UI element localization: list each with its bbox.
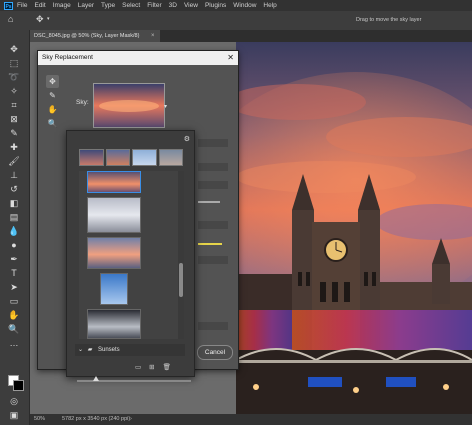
stamp-icon[interactable]: ⊥ <box>8 169 20 181</box>
new-preset-icon[interactable]: ⊞ <box>149 363 154 371</box>
menu-file[interactable]: File <box>17 2 27 9</box>
menu-edit[interactable]: Edit <box>34 2 45 9</box>
zoom-icon[interactable]: 🔍 <box>46 117 59 130</box>
menu-view[interactable]: View <box>184 2 198 9</box>
setting-field[interactable] <box>198 221 228 229</box>
sky-preset-tile[interactable] <box>87 171 141 193</box>
thumbnail-size-slider-knob[interactable] <box>93 376 99 381</box>
folder-row-sunsets[interactable]: ⌄ ▰ Sunsets <box>75 344 185 356</box>
blur-icon[interactable]: 💧 <box>8 225 20 237</box>
new-group-icon[interactable]: ▭ <box>135 363 141 371</box>
scrollbar-thumb[interactable] <box>179 263 183 297</box>
menu-select[interactable]: Select <box>122 2 140 9</box>
history-brush-icon[interactable]: ↺ <box>8 183 20 195</box>
marquee-icon[interactable]: ⬚ <box>8 57 20 69</box>
shape-icon[interactable]: ▭ <box>8 295 20 307</box>
move-sky-icon[interactable]: ✥ <box>46 75 59 88</box>
eraser-icon[interactable]: ◧ <box>8 197 20 209</box>
home-icon[interactable]: ⌂ <box>8 14 13 24</box>
menu-help[interactable]: Help <box>263 2 276 9</box>
setting-field[interactable] <box>198 139 228 147</box>
hand-icon[interactable]: ✋ <box>8 309 20 321</box>
folder-label: Sunsets <box>98 347 120 353</box>
background-color-swatch[interactable] <box>13 380 24 391</box>
options-hint: Drag to move the sky layer <box>356 17 422 23</box>
chevron-right-icon[interactable]: › <box>130 414 132 425</box>
move-tool-option-icon[interactable]: ✥ <box>36 14 44 25</box>
gear-icon[interactable]: ⚙ <box>184 135 190 143</box>
healing-icon[interactable]: ✚ <box>8 141 20 153</box>
options-bar: ⌂ ✥ ▾ Drag to move the sky layer <box>0 11 472 31</box>
menu-layer[interactable]: Layer <box>78 2 94 9</box>
sky-preset-tile[interactable] <box>87 309 141 339</box>
chevron-down-icon[interactable]: ⌄ <box>78 347 83 353</box>
sky-preset-tile[interactable] <box>87 237 141 269</box>
tools-panel: ✥ ⬚ ➰ ✧ ⌗ ⊠ ✎ ✚ 🖌 ⊥ ↺ ◧ ▤ 💧 ● ✒ T ➤ ▭ ✋ … <box>0 30 30 425</box>
menu-plugins[interactable]: Plugins <box>205 2 226 9</box>
recent-sky-thumb[interactable] <box>158 149 183 166</box>
recent-skies-strip <box>79 149 183 166</box>
menu-3d[interactable]: 3D <box>169 2 177 9</box>
magic-wand-icon[interactable]: ✧ <box>8 85 20 97</box>
move-icon[interactable]: ✥ <box>8 43 20 55</box>
status-dimensions: 5782 px x 3540 px (240 ppi) <box>62 416 131 422</box>
recent-sky-thumb[interactable] <box>132 149 157 166</box>
picker-footer: ▭ ⊞ 🗑 <box>135 363 171 371</box>
recent-sky-thumb[interactable] <box>105 149 130 166</box>
close-tab-icon[interactable]: × <box>151 30 155 42</box>
chevron-down-icon[interactable]: ▾ <box>164 103 167 110</box>
folder-icon: ▰ <box>87 347 93 353</box>
type-icon[interactable]: T <box>8 267 20 279</box>
color-adjust-slider[interactable] <box>198 243 222 245</box>
menu-window[interactable]: Window <box>233 2 256 9</box>
setting-field[interactable] <box>198 256 228 264</box>
zoom-icon[interactable]: 🔍 <box>8 323 20 335</box>
pen-icon[interactable]: ✒ <box>8 253 20 265</box>
menu-type[interactable]: Type <box>101 2 115 9</box>
status-bar: 50% 5782 px x 3540 px (240 ppi) › <box>30 414 472 425</box>
quick-mask-icon[interactable]: ◎ <box>8 395 20 407</box>
dodge-icon[interactable]: ● <box>8 239 20 251</box>
crop-icon[interactable]: ⌗ <box>8 99 20 111</box>
sky-preset-tile[interactable] <box>100 273 128 305</box>
output-dropdown[interactable] <box>198 322 228 330</box>
path-select-icon[interactable]: ➤ <box>8 281 20 293</box>
sky-preset-list[interactable] <box>79 171 179 339</box>
photoshop-logo-icon: Ps <box>4 1 13 10</box>
more-icon[interactable]: … <box>8 337 20 349</box>
dialog-title: Sky Replacement <box>38 51 238 65</box>
setting-field[interactable] <box>198 181 228 189</box>
frame-icon[interactable]: ⊠ <box>8 113 20 125</box>
sky-preset-picker: ⚙ ⌄ ▰ Sunsets ▭ ⊞ 🗑 <box>66 130 195 382</box>
document-tab[interactable]: DSC_8045.jpg @ 50% (Sky, Layer Mask/8) <box>30 30 160 42</box>
sky-preset-selector[interactable] <box>93 83 165 128</box>
menu-filter[interactable]: Filter <box>147 2 161 9</box>
document-canvas-image[interactable] <box>236 42 472 414</box>
setting-slider[interactable] <box>198 201 220 203</box>
sky-label: Sky: <box>76 99 89 106</box>
cancel-button[interactable]: Cancel <box>197 345 233 360</box>
gradient-icon[interactable]: ▤ <box>8 211 20 223</box>
menu-image[interactable]: Image <box>53 2 71 9</box>
sky-brush-icon[interactable]: ✎ <box>46 89 59 102</box>
setting-field[interactable] <box>198 163 228 171</box>
scrollbar[interactable] <box>178 171 184 339</box>
status-zoom[interactable]: 50% <box>34 414 45 425</box>
chevron-down-icon[interactable]: ▾ <box>47 16 50 22</box>
trash-icon[interactable]: 🗑 <box>163 363 171 371</box>
dialog-close-icon[interactable]: ✕ <box>227 51 234 65</box>
brush-icon[interactable]: 🖌 <box>8 155 20 167</box>
lasso-icon[interactable]: ➰ <box>8 71 20 83</box>
recent-sky-thumb[interactable] <box>79 149 104 166</box>
screen-mode-icon[interactable]: ▣ <box>8 409 20 421</box>
hand-icon[interactable]: ✋ <box>46 103 59 116</box>
sky-preset-tile[interactable] <box>87 197 141 233</box>
menu-bar: Ps File Edit Image Layer Type Select Fil… <box>0 0 472 11</box>
eyedropper-icon[interactable]: ✎ <box>8 127 20 139</box>
